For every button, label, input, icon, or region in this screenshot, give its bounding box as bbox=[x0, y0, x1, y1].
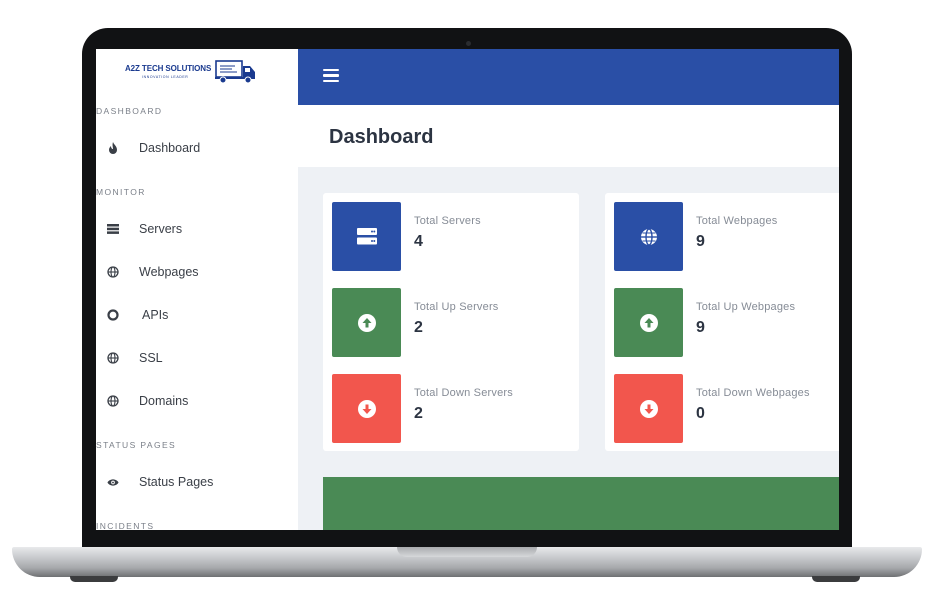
sidebar-item-webpages[interactable]: Webpages bbox=[96, 257, 298, 287]
page-title: Dashboard bbox=[329, 126, 434, 148]
stat-value: 2 bbox=[414, 319, 423, 336]
stat-label: Total Servers bbox=[414, 215, 481, 227]
sidebar-item-apis[interactable]: APIs bbox=[96, 300, 298, 330]
stat-label: Total Up Servers bbox=[414, 301, 499, 313]
globe-icon bbox=[107, 351, 119, 365]
sidebar-item-label: Servers bbox=[139, 222, 183, 236]
arrow-down-circle-icon bbox=[614, 374, 683, 443]
hamburger-menu-icon[interactable] bbox=[323, 69, 339, 83]
brand-name: A2Z TECH SOLUTIONS bbox=[125, 64, 212, 73]
stat-total-down-servers[interactable]: Total Down Servers 2 bbox=[332, 374, 572, 444]
globe-icon bbox=[107, 394, 119, 408]
server-icon bbox=[332, 202, 401, 271]
top-navbar bbox=[298, 49, 839, 105]
sidebar-item-status-pages[interactable]: Status Pages bbox=[96, 467, 298, 497]
stat-value: 9 bbox=[696, 319, 705, 336]
arrow-down-circle-icon bbox=[332, 374, 401, 443]
truck-icon bbox=[215, 60, 255, 84]
stat-total-webpages[interactable]: Total Webpages 9 bbox=[614, 202, 839, 272]
stat-value: 4 bbox=[414, 233, 423, 250]
sidebar-item-label: Dashboard bbox=[139, 141, 201, 155]
brand-logo[interactable]: A2Z TECH SOLUTIONS INNOVATION LEADER bbox=[96, 49, 298, 97]
laptop-foot-left bbox=[70, 576, 118, 582]
sidebar-item-label: Webpages bbox=[139, 265, 199, 279]
arrow-up-circle-icon bbox=[614, 288, 683, 357]
fire-icon bbox=[107, 141, 119, 155]
sidebar-item-ssl[interactable]: SSL bbox=[96, 343, 298, 373]
section-label-dashboard: DASHBOARD bbox=[96, 106, 163, 116]
eye-icon bbox=[107, 475, 119, 489]
laptop-notch bbox=[397, 547, 537, 557]
sidebar: A2Z TECH SOLUTIONS INNOVATION LEADER DAS… bbox=[96, 49, 298, 530]
laptop-camera bbox=[466, 41, 471, 46]
sidebar-item-label: APIs bbox=[142, 308, 169, 322]
stat-total-servers[interactable]: Total Servers 4 bbox=[332, 202, 572, 272]
page-header: Dashboard bbox=[298, 105, 839, 167]
laptop-foot-right bbox=[812, 576, 860, 582]
circle-icon bbox=[107, 308, 119, 322]
section-label-status-pages: STATUS PAGES bbox=[96, 440, 177, 450]
stat-label: Total Webpages bbox=[696, 215, 778, 227]
status-banner bbox=[323, 477, 839, 530]
globe-icon bbox=[614, 202, 683, 271]
stat-total-up-webpages[interactable]: Total Up Webpages 9 bbox=[614, 288, 839, 358]
stat-value: 2 bbox=[414, 405, 423, 422]
sidebar-item-dashboard[interactable]: Dashboard bbox=[96, 133, 298, 163]
webpages-summary-card: Total Webpages 9 Total Up Webpages 9 Tot… bbox=[605, 193, 839, 451]
laptop-screen: A2Z TECH SOLUTIONS INNOVATION LEADER DAS… bbox=[96, 49, 839, 530]
sidebar-item-domains[interactable]: Domains bbox=[96, 386, 298, 416]
sidebar-item-label: Domains bbox=[139, 394, 189, 408]
arrow-up-circle-icon bbox=[332, 288, 401, 357]
stat-total-up-servers[interactable]: Total Up Servers 2 bbox=[332, 288, 572, 358]
stat-label: Total Down Webpages bbox=[696, 387, 810, 399]
stat-label: Total Up Webpages bbox=[696, 301, 796, 313]
stat-total-down-webpages[interactable]: Total Down Webpages 0 bbox=[614, 374, 839, 444]
servers-summary-card: Total Servers 4 Total Up Servers 2 Total… bbox=[323, 193, 579, 451]
server-icon bbox=[107, 222, 119, 236]
stat-value: 0 bbox=[696, 405, 705, 422]
sidebar-item-label: Status Pages bbox=[139, 475, 214, 489]
brand-tagline: INNOVATION LEADER bbox=[142, 75, 189, 79]
stat-value: 9 bbox=[696, 233, 705, 250]
section-label-incidents: INCIDENTS bbox=[96, 521, 155, 530]
section-label-monitor: MONITOR bbox=[96, 187, 146, 197]
sidebar-item-servers[interactable]: Servers bbox=[96, 214, 298, 244]
stat-label: Total Down Servers bbox=[414, 387, 513, 399]
globe-icon bbox=[107, 265, 119, 279]
sidebar-item-label: SSL bbox=[139, 351, 163, 365]
